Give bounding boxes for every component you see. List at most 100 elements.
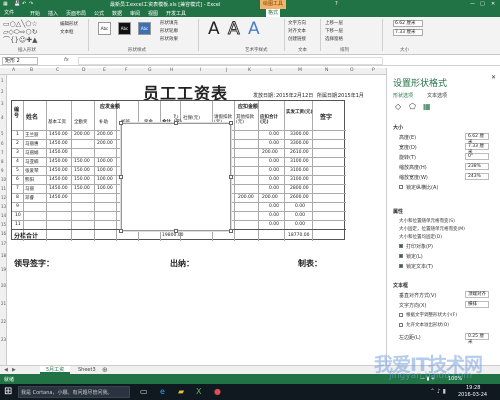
- cell-subsidy[interactable]: 100.00: [97, 159, 113, 164]
- edge-icon[interactable]: e: [160, 387, 165, 396]
- rotation-input[interactable]: 0°: [465, 153, 489, 160]
- cell-perf[interactable]: 150.00: [74, 159, 90, 164]
- col-header[interactable]: N: [325, 68, 328, 73]
- resize-handle[interactable]: [229, 229, 233, 233]
- cell-base[interactable]: 1450.00: [49, 195, 68, 200]
- cell-deduct-total[interactable]: 0.00: [269, 168, 279, 173]
- col-header[interactable]: L: [270, 68, 273, 73]
- tab-view[interactable]: 视图: [148, 10, 158, 17]
- subtotal-total[interactable]: 19800.00: [162, 233, 183, 238]
- cell-no[interactable]: 8: [16, 195, 19, 200]
- fx-icon[interactable]: fx: [64, 57, 69, 63]
- edit-shape-button[interactable]: 编辑形状: [60, 21, 78, 27]
- cortana-search-box[interactable]: 我是 Cortana，小娜。有问题尽管问我。: [18, 386, 130, 398]
- tab-format[interactable]: 格式: [266, 9, 281, 17]
- style-swatch-white[interactable]: Abc: [98, 22, 111, 35]
- cell-perf[interactable]: 150.00: [74, 186, 90, 191]
- col-header[interactable]: E: [103, 68, 106, 73]
- cell-base[interactable]: 1450.00: [49, 177, 68, 182]
- tab-shape-options[interactable]: 形状选项: [393, 92, 413, 99]
- cell-actual[interactable]: 3300.00: [290, 141, 309, 146]
- row-header[interactable]: 8: [1, 159, 4, 164]
- cell-name[interactable]: 马丽惠: [25, 141, 39, 147]
- row-header[interactable]: 23: [1, 337, 6, 342]
- section-textbox[interactable]: 文本框: [393, 282, 408, 289]
- cell-deduct-total[interactable]: 0.00: [269, 213, 279, 218]
- cell-no[interactable]: 2: [16, 141, 19, 146]
- prop-radio-1[interactable]: 大小和位置随单元格而变(S): [399, 218, 455, 224]
- subtotal-label[interactable]: 分栏合计: [14, 231, 38, 240]
- cell-name[interactable]: 王兰丽: [25, 132, 39, 138]
- cell-no[interactable]: 5: [16, 168, 19, 173]
- resize-handle[interactable]: [119, 121, 123, 125]
- sheet-tab[interactable]: Sheet3: [78, 367, 96, 373]
- subheader-subsidy[interactable]: 补助: [99, 119, 108, 125]
- formula-input[interactable]: [78, 57, 383, 65]
- row-header[interactable]: 4: [1, 115, 4, 120]
- style-swatch-black[interactable]: Abc: [118, 22, 131, 35]
- cell-actual[interactable]: 2600.00: [290, 195, 309, 200]
- style-swatch-blue[interactable]: Abc: [138, 22, 151, 35]
- add-sheet-icon[interactable]: ⊕: [102, 366, 108, 374]
- cell-no[interactable]: 1: [16, 132, 19, 137]
- cell-name[interactable]: 马亚楠: [25, 159, 39, 165]
- align-text-button[interactable]: 对齐文本: [288, 28, 306, 34]
- resize-handle[interactable]: [229, 175, 233, 179]
- cell-subsidy[interactable]: 200.00: [97, 132, 113, 137]
- row-header[interactable]: 3: [1, 101, 4, 106]
- scale-width-input[interactable]: 243%: [465, 173, 489, 180]
- subheader-other[interactable]: 其他扣款(元): [236, 115, 256, 125]
- row-header[interactable]: 19: [1, 267, 6, 272]
- left-margin-input[interactable]: 0.25 厘米: [465, 333, 489, 345]
- fill-line-icon[interactable]: ◇: [395, 102, 401, 111]
- resize-shape-checkbox[interactable]: [399, 313, 403, 317]
- selected-rectangle-shape[interactable]: ↻: [119, 113, 233, 233]
- cell-deduct-total[interactable]: 0.00: [269, 222, 279, 227]
- issue-date-label[interactable]: 发放日期：: [253, 92, 278, 99]
- resize-handle[interactable]: [119, 175, 123, 179]
- cell-deduct-total[interactable]: 200.00: [262, 150, 278, 155]
- locked-checkbox[interactable]: [399, 254, 403, 258]
- v-align-select[interactable]: 顶端对齐: [465, 291, 489, 298]
- resize-handle[interactable]: [229, 121, 233, 125]
- row-header[interactable]: 2: [1, 89, 4, 94]
- shape-outline-button[interactable]: 形状轮廓: [160, 28, 178, 34]
- col-header[interactable]: B: [30, 68, 33, 73]
- cell-name[interactable]: 张爱琴: [25, 168, 39, 174]
- cell-subsidy[interactable]: 100.00: [97, 168, 113, 173]
- cell-actual[interactable]: 2610.00: [290, 150, 309, 155]
- resize-handle[interactable]: [174, 229, 178, 233]
- wordart-style-plain[interactable]: A: [208, 19, 220, 39]
- row-header[interactable]: 12: [1, 195, 6, 200]
- cell-actual[interactable]: 3100.00: [290, 177, 309, 182]
- cell-no[interactable]: 11: [15, 222, 21, 227]
- lock-ratio-checkbox[interactable]: [399, 185, 403, 189]
- tab-file[interactable]: 文件: [2, 9, 17, 17]
- header-actual[interactable]: 实发工资(元): [286, 109, 313, 115]
- cell-base[interactable]: 1450.00: [49, 132, 68, 137]
- tab-insert[interactable]: 插入: [48, 10, 58, 17]
- overflow-checkbox[interactable]: [399, 323, 403, 327]
- selection-pane-button[interactable]: 选择窗格: [325, 36, 343, 42]
- row-header[interactable]: 10: [1, 177, 6, 182]
- print-object-checkbox[interactable]: [399, 244, 403, 248]
- col-header[interactable]: M: [298, 68, 302, 73]
- tray-icons[interactable]: ⌃ ♪ ▮: [430, 388, 446, 395]
- col-header[interactable]: H: [170, 68, 173, 73]
- col-header[interactable]: I: [200, 68, 201, 73]
- cell-subsidy[interactable]: 200.00: [97, 141, 113, 146]
- row-header[interactable]: 6: [1, 141, 4, 146]
- cell-actual[interactable]: 2800.00: [290, 186, 309, 191]
- header-sign[interactable]: 签字: [320, 112, 332, 121]
- scale-height-input[interactable]: 238%: [465, 163, 489, 170]
- explorer-icon[interactable]: ▰: [178, 387, 184, 396]
- cell-deduct-total[interactable]: 0.00: [269, 132, 279, 137]
- resize-handle[interactable]: [119, 229, 123, 233]
- cell-name[interactable]: 邓睿: [25, 195, 34, 201]
- tab-data[interactable]: 数据: [112, 10, 122, 17]
- cell-base[interactable]: 1450.00: [49, 141, 68, 146]
- month[interactable]: 2015年1月: [338, 92, 364, 99]
- create-link-button[interactable]: 创建链接: [288, 36, 306, 42]
- cell-deduct-total[interactable]: 0.00: [269, 177, 279, 182]
- save-icon[interactable]: 💾: [14, 1, 20, 7]
